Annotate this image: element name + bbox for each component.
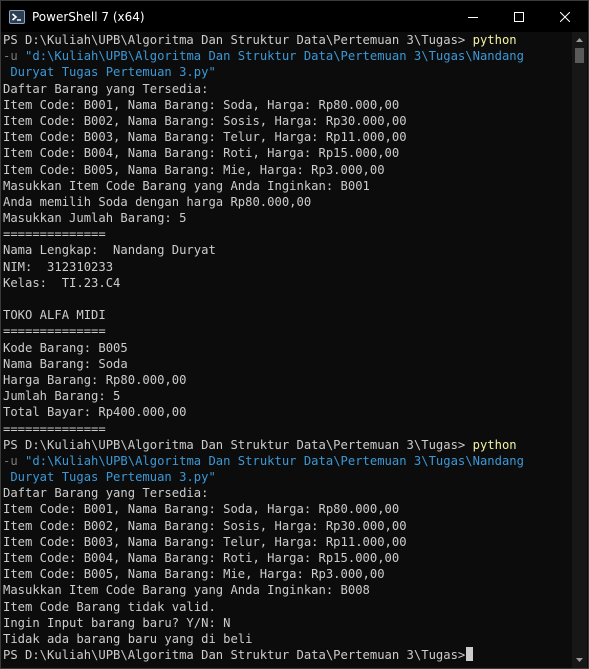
- scroll-down-icon[interactable]: [572, 653, 587, 667]
- output-text: PS D:\Kuliah\UPB\Algoritma Dan Struktur …: [3, 33, 473, 47]
- output-text: Nama Barang: Soda: [3, 356, 128, 371]
- minimize-icon[interactable]: [450, 1, 496, 32]
- output-text: Masukkan Item Code Barang yang Anda Ingi…: [3, 583, 370, 598]
- terminal-line: PS D:\Kuliah\UPB\Algoritma Dan Struktur …: [3, 32, 573, 48]
- string-token: Duryat Tugas Pertemuan 3.py": [3, 65, 216, 80]
- terminal-line: Nama Barang: Soda: [3, 356, 573, 372]
- terminal-line: PS D:\Kuliah\UPB\Algoritma Dan Struktur …: [3, 647, 573, 663]
- output-text: Item Code: B004, Nama Barang: Roti, Harg…: [3, 551, 400, 565]
- output-text: Harga Barang: Rp80.000,00: [3, 372, 187, 387]
- output-text: PS D:\Kuliah\UPB\Algoritma Dan Struktur …: [3, 437, 473, 452]
- string-token: Duryat Tugas Pertemuan 3.py": [3, 470, 216, 485]
- terminal-line: Masukkan Item Code Barang yang Anda Ingi…: [3, 178, 573, 194]
- terminal-line: PS D:\Kuliah\UPB\Algoritma Dan Struktur …: [3, 437, 573, 453]
- output-text: Daftar Barang yang Tersedia:: [3, 486, 209, 501]
- terminal-line: -u "d:\Kuliah\UPB\Algoritma Dan Struktur…: [3, 48, 573, 64]
- window-title: PowerShell 7 (x64): [32, 9, 145, 24]
- terminal-line: ==============: [3, 421, 573, 437]
- output-text: Item Code: B003, Nama Barang: Telur, Har…: [3, 534, 407, 549]
- output-text: Kelas: TI.23.C4: [3, 275, 121, 290]
- terminal-line: Item Code: B004, Nama Barang: Roti, Harg…: [3, 550, 573, 566]
- output-text: TOKO ALFA MIDI: [3, 308, 106, 323]
- output-text: Kode Barang: B005: [3, 340, 128, 355]
- output-text: Item Code: B002, Nama Barang: Sosis, Har…: [3, 113, 407, 128]
- terminal-line: Anda memilih Soda dengan harga Rp80.000,…: [3, 194, 573, 210]
- terminal-line: Item Code: B005, Nama Barang: Mie, Harga…: [3, 566, 573, 582]
- terminal-line: Item Code: B005, Nama Barang: Mie, Harga…: [3, 162, 573, 178]
- terminal-line: Item Code: B003, Nama Barang: Telur, Har…: [3, 129, 573, 145]
- command-token: python: [472, 437, 517, 452]
- terminal-line: -u "d:\Kuliah\UPB\Algoritma Dan Struktur…: [3, 453, 573, 469]
- terminal-line: Duryat Tugas Pertemuan 3.py": [3, 469, 573, 485]
- terminal-line: Total Bayar: Rp400.000,00: [3, 404, 573, 420]
- output-text: Total Bayar: Rp400.000,00: [3, 405, 187, 420]
- output-text: Anda memilih Soda dengan harga Rp80.000,…: [3, 194, 312, 209]
- output-text: Item Code Barang tidak valid.: [3, 599, 216, 614]
- terminal-line: Masukkan Item Code Barang yang Anda Ingi…: [3, 582, 573, 598]
- terminal-line: Tidak ada barang baru yang di beli: [3, 631, 573, 647]
- terminal-line: Ingin Input barang baru? Y/N: N: [3, 615, 573, 631]
- output-text: Item Code: B004, Nama Barang: Roti, Harg…: [3, 146, 400, 161]
- vertical-scrollbar[interactable]: [572, 32, 587, 668]
- terminal-line: Item Code: B004, Nama Barang: Roti, Harg…: [3, 145, 573, 161]
- output-text: ==============: [3, 421, 106, 436]
- output-text: Ingin Input barang baru? Y/N: N: [3, 615, 231, 630]
- terminal-line: TOKO ALFA MIDI: [3, 307, 573, 323]
- terminal-line: Masukkan Jumlah Barang: 5: [3, 210, 573, 226]
- output-text: Item Code: B005, Nama Barang: Mie, Harga…: [3, 567, 385, 582]
- output-text: NIM: 312310233: [3, 259, 114, 274]
- string-token: "d:\Kuliah\UPB\Algoritma Dan Struktur Da…: [25, 49, 524, 64]
- scroll-up-icon[interactable]: [572, 33, 587, 47]
- terminal-line: Harga Barang: Rp80.000,00: [3, 372, 573, 388]
- terminal-line: Item Code: B003, Nama Barang: Telur, Har…: [3, 534, 573, 550]
- terminal-line: Duryat Tugas Pertemuan 3.py": [3, 64, 573, 80]
- output-text: Masukkan Item Code Barang yang Anda Ingi…: [3, 178, 370, 193]
- parameter-token: -u: [3, 49, 26, 64]
- output-text: Nama Lengkap: Nandang Duryat: [3, 243, 216, 258]
- terminal-line: Item Code: B001, Nama Barang: Soda, Harg…: [3, 97, 573, 113]
- string-token: "d:\Kuliah\UPB\Algoritma Dan Struktur Da…: [25, 453, 524, 468]
- terminal-line: Item Code: B002, Nama Barang: Sosis, Har…: [3, 113, 573, 129]
- title-bar[interactable]: PowerShell 7 (x64): [1, 1, 588, 32]
- output-text: PS D:\Kuliah\UPB\Algoritma Dan Struktur …: [3, 648, 466, 663]
- output-text: Item Code: B001, Nama Barang: Soda, Harg…: [3, 97, 400, 112]
- parameter-token: -u: [3, 453, 26, 468]
- terminal-line: Kode Barang: B005: [3, 340, 573, 356]
- terminal-line: Item Code: B002, Nama Barang: Sosis, Har…: [3, 518, 573, 534]
- maximize-icon[interactable]: [496, 1, 542, 32]
- output-text: Masukkan Jumlah Barang: 5: [3, 211, 187, 226]
- close-icon[interactable]: [542, 1, 588, 32]
- output-text: Jumlah Barang: 5: [3, 389, 121, 404]
- terminal-line: Item Code Barang tidak valid.: [3, 599, 573, 615]
- output-text: ==============: [3, 227, 106, 242]
- terminal-line: ==============: [3, 226, 573, 242]
- powershell-icon: [9, 9, 25, 25]
- output-text: Item Code: B003, Nama Barang: Telur, Har…: [3, 130, 407, 145]
- output-text: Item Code: B005, Nama Barang: Mie, Harga…: [3, 162, 385, 177]
- terminal-line: Jumlah Barang: 5: [3, 388, 573, 404]
- terminal-line: Daftar Barang yang Tersedia:: [3, 81, 573, 97]
- text-cursor: [466, 647, 474, 662]
- terminal-line: ==============: [3, 323, 573, 339]
- scroll-thumb[interactable]: [575, 48, 584, 63]
- output-text: Tidak ada barang baru yang di beli: [3, 631, 253, 646]
- output-text: Item Code: B002, Nama Barang: Sosis, Har…: [3, 518, 407, 533]
- output-text: ==============: [3, 324, 106, 339]
- output-text: Item Code: B001, Nama Barang: Soda, Harg…: [3, 502, 400, 517]
- terminal-line: Nama Lengkap: Nandang Duryat: [3, 242, 573, 258]
- powershell-window: PowerShell 7 (x64) PS D:\Kuliah\UPB\Algo…: [0, 0, 589, 669]
- terminal-line: Kelas: TI.23.C4: [3, 275, 573, 291]
- terminal-output[interactable]: PS D:\Kuliah\UPB\Algoritma Dan Struktur …: [1, 32, 573, 668]
- terminal-line: Daftar Barang yang Tersedia:: [3, 485, 573, 501]
- output-text: Daftar Barang yang Tersedia:: [3, 81, 209, 96]
- command-token: python: [472, 33, 517, 47]
- window-controls: [450, 1, 588, 32]
- terminal-line: NIM: 312310233: [3, 259, 573, 275]
- terminal-line: Item Code: B001, Nama Barang: Soda, Harg…: [3, 501, 573, 517]
